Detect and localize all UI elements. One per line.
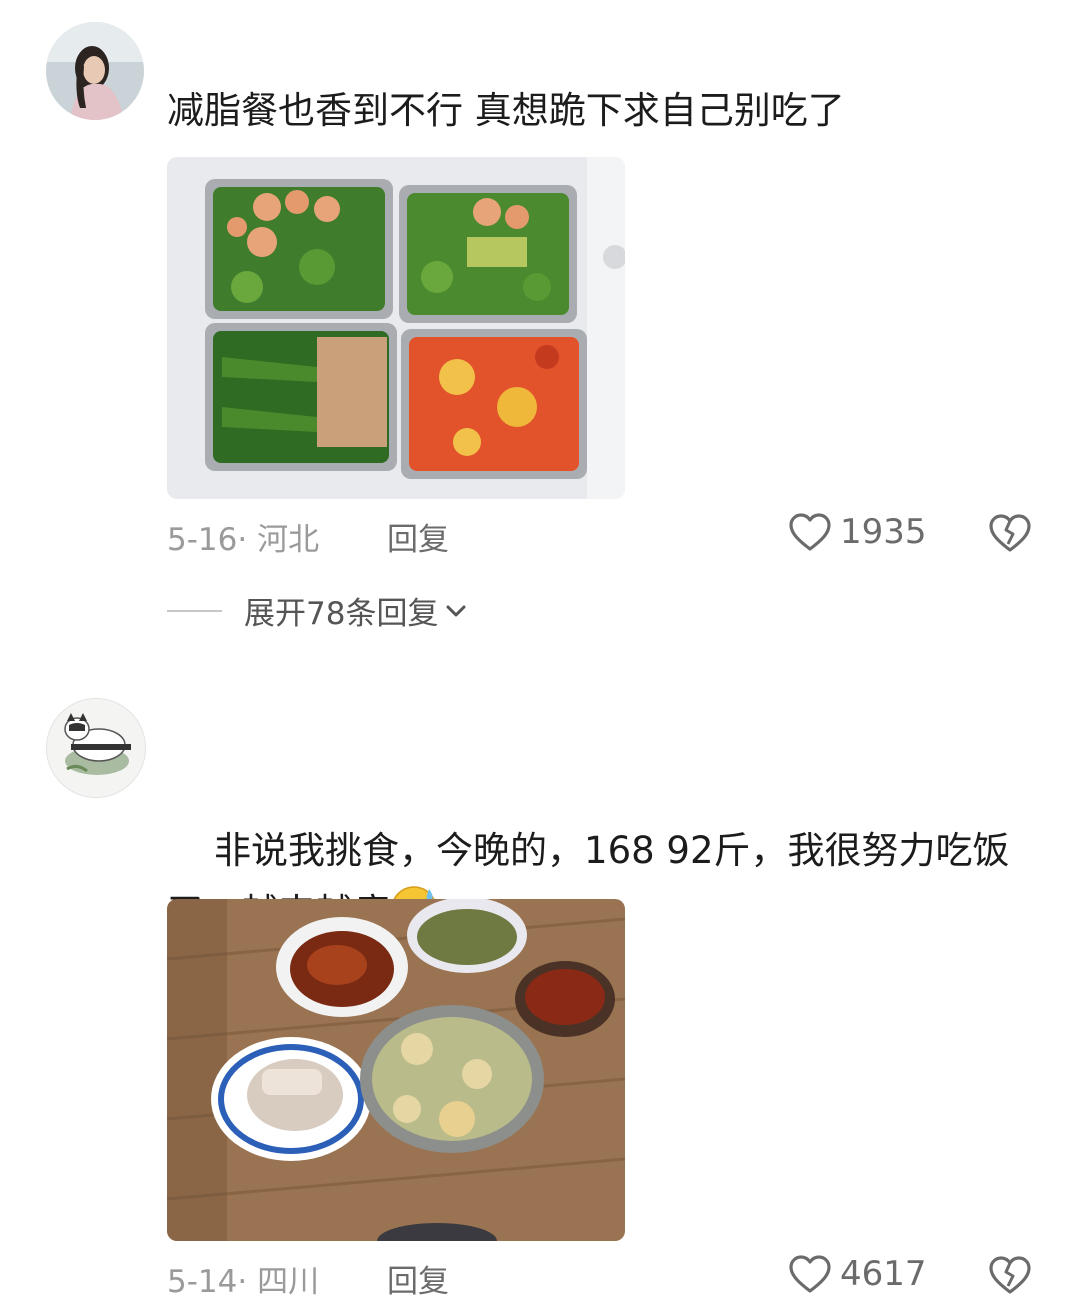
like-button[interactable]: 4617 [788, 1254, 927, 1294]
dislike-button[interactable] [988, 512, 1032, 558]
broken-heart-icon [989, 514, 1031, 552]
comment-date: 5-16 [167, 522, 238, 558]
like-count: 4617 [840, 1254, 927, 1294]
reply-button[interactable]: 回复 [387, 514, 449, 559]
meal-prep-photo[interactable] [167, 157, 625, 499]
expand-replies-button[interactable]: 展开78条回复 [167, 588, 468, 633]
heart-icon [789, 1255, 831, 1293]
chevron-down-icon [446, 605, 466, 616]
like-button[interactable]: 1935 [788, 512, 927, 552]
expand-label: 展开78条回复 [244, 596, 439, 632]
like-count: 1935 [840, 512, 927, 552]
comment-text: 减脂餐也香到不行 真想跪下求自己别吃了 [167, 89, 845, 132]
broken-heart-icon [989, 1256, 1031, 1294]
comment-meta: 5-16· 河北 [167, 522, 320, 558]
avatar[interactable] [46, 22, 144, 120]
comment-location: 四川 [257, 1264, 320, 1300]
dinner-photo[interactable] [167, 899, 625, 1241]
comment-location: 河北 [257, 522, 320, 558]
comment-date: 5-14 [167, 1264, 238, 1300]
dislike-button[interactable] [988, 1254, 1032, 1300]
comment-meta: 5-14· 四川 [167, 1264, 320, 1300]
heart-icon [789, 513, 831, 551]
reply-button[interactable]: 回复 [387, 1256, 449, 1301]
divider-line [167, 609, 222, 612]
avatar[interactable] [46, 698, 146, 798]
